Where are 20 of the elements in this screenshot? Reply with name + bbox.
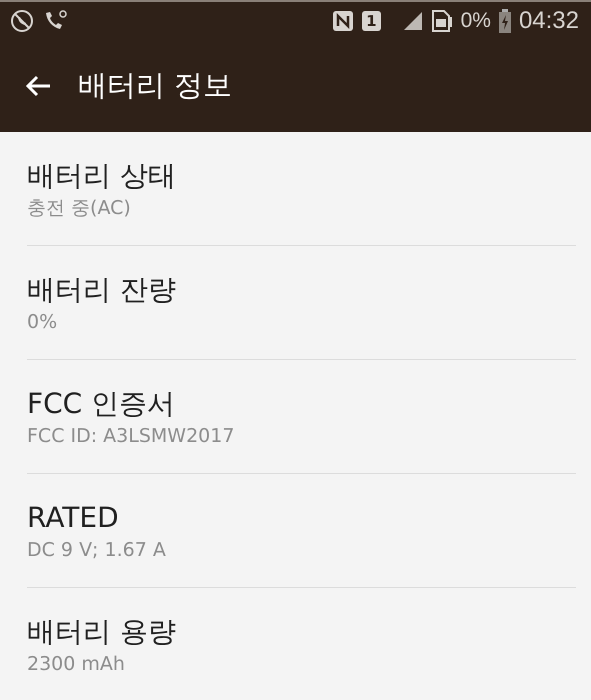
setting-title[interactable]: 배터리 상태	[27, 156, 576, 194]
sim-badge: 1	[362, 11, 381, 31]
blocked-call-icon	[10, 9, 34, 33]
setting-summary: 2300 mAh	[27, 652, 126, 676]
charging-battery-icon	[498, 9, 511, 33]
back-arrow-icon[interactable]	[24, 74, 52, 98]
setting-title[interactable]: 배터리 잔량	[27, 270, 576, 308]
setting-summary: DC 9 V; 1.67 A	[27, 538, 167, 562]
setting-title[interactable]: RATED	[27, 498, 576, 536]
setting-summary: FCC ID: A3LSMW2017	[27, 424, 236, 448]
setting-title[interactable]: 배터리 용량	[27, 612, 576, 650]
clock: 04:32	[518, 7, 579, 35]
signal-icon	[402, 11, 423, 31]
setting-summary: 충전 중(AC)	[27, 196, 132, 220]
battery-percent: 0%	[460, 9, 491, 33]
setting-summary: 0%	[27, 310, 58, 334]
screen-title: 배터리 정보	[78, 67, 232, 104]
sim-card-icon	[430, 9, 453, 33]
setting-title[interactable]: FCC 인증서	[27, 384, 576, 422]
nfc-icon	[332, 10, 354, 32]
